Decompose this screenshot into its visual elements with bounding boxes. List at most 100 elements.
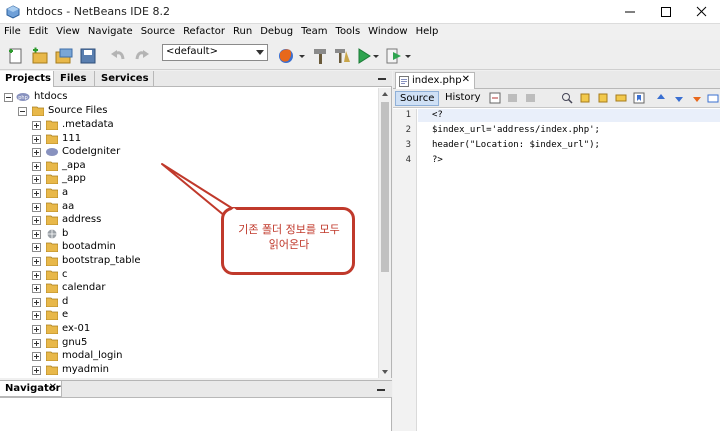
forward-icon[interactable] (525, 92, 537, 104)
redo-icon[interactable] (132, 46, 152, 66)
save-all-icon[interactable] (78, 46, 98, 66)
find-next-icon[interactable] (597, 92, 609, 104)
build-hammer-icon[interactable] (310, 46, 330, 66)
tree-item[interactable]: _apa (32, 160, 252, 173)
collapse-icon[interactable] (4, 93, 13, 102)
tree-item[interactable]: ex-01 (32, 323, 252, 336)
tree-item[interactable]: address (32, 214, 252, 227)
tree-root[interactable]: php htdocs (4, 91, 204, 104)
menu-debug[interactable]: Debug (256, 24, 297, 40)
menu-edit[interactable]: Edit (25, 24, 52, 40)
tree-item[interactable]: bootadmin (32, 241, 252, 254)
expand-icon[interactable] (32, 352, 41, 362)
tab-index-php[interactable]: index.php ✕ (395, 72, 475, 89)
tree-item[interactable]: aa (32, 201, 252, 214)
find-previous-icon[interactable] (579, 92, 591, 104)
minimize-pane-icon[interactable] (377, 389, 385, 391)
expand-icon[interactable] (32, 161, 41, 171)
tree-item[interactable]: d (32, 296, 252, 309)
code-area[interactable]: <? $index_url='address/index.php'; heade… (418, 109, 720, 431)
expand-icon[interactable] (32, 243, 41, 253)
tree-item[interactable]: myadmin (32, 364, 252, 377)
firefox-icon[interactable] (276, 46, 296, 66)
minimize-pane-icon[interactable] (378, 78, 386, 80)
configuration-select[interactable]: <default> (162, 44, 268, 61)
tree-item[interactable]: _app (32, 173, 252, 186)
tree-scrollbar[interactable] (378, 88, 391, 378)
history-button[interactable]: History (441, 91, 485, 106)
expand-icon[interactable] (32, 338, 41, 348)
maximize-button[interactable] (648, 0, 684, 24)
tree-item[interactable]: a (32, 187, 252, 200)
scroll-up-icon[interactable] (382, 92, 388, 96)
menu-source[interactable]: Source (137, 24, 179, 40)
new-file-icon[interactable] (6, 46, 26, 66)
menu-view[interactable]: View (52, 24, 84, 40)
menu-refactor[interactable]: Refactor (179, 24, 229, 40)
code-line[interactable]: <? (432, 110, 443, 120)
tab-projects[interactable]: Projects (0, 71, 54, 87)
close-icon[interactable]: ✕ (462, 74, 470, 85)
comment-icon[interactable] (691, 92, 703, 104)
tree-item[interactable]: 111 (32, 133, 252, 146)
debug-icon[interactable] (384, 46, 404, 66)
shift-left-icon[interactable] (655, 92, 667, 104)
clean-build-icon[interactable] (332, 46, 352, 66)
back-icon[interactable] (507, 92, 519, 104)
tree-item[interactable]: calendar (32, 282, 252, 295)
tree-item[interactable]: bootstrap_table (32, 255, 252, 268)
tab-services[interactable]: Services (96, 71, 154, 87)
expand-icon[interactable] (32, 270, 41, 280)
expand-icon[interactable] (32, 297, 41, 307)
menu-run[interactable]: Run (229, 24, 256, 40)
expand-icon[interactable] (32, 325, 41, 334)
tree-item[interactable]: e (32, 309, 252, 322)
tree-item[interactable]: CodeIgniter (32, 146, 252, 159)
menu-tools[interactable]: Tools (332, 24, 365, 40)
tree-item[interactable]: c (32, 269, 252, 282)
find-icon[interactable] (561, 92, 573, 104)
tab-files[interactable]: Files (55, 71, 95, 87)
new-project-icon[interactable] (30, 46, 50, 66)
expand-icon[interactable] (32, 202, 41, 212)
code-line[interactable]: header("Location: $index_url"); (432, 140, 600, 150)
debug-dropdown-icon[interactable] (404, 46, 412, 66)
source-button[interactable]: Source (395, 91, 440, 106)
close-icon[interactable]: ✕ (49, 382, 57, 393)
tree-item[interactable]: .metadata (32, 119, 252, 132)
expand-icon[interactable] (32, 175, 41, 185)
menu-window[interactable]: Window (364, 24, 411, 40)
tree-item[interactable]: gnu5 (32, 337, 252, 350)
toggle-highlight-icon[interactable] (615, 92, 627, 104)
run-icon[interactable] (354, 46, 374, 66)
menu-file[interactable]: File (0, 24, 25, 40)
menu-help[interactable]: Help (412, 24, 443, 40)
record-macro-icon[interactable] (707, 92, 719, 104)
expand-icon[interactable] (32, 365, 41, 375)
tree-source-files[interactable]: Source Files (18, 105, 218, 118)
tree-item[interactable]: modal_login (32, 350, 252, 363)
expand-icon[interactable] (32, 311, 41, 321)
expand-icon[interactable] (32, 134, 41, 144)
expand-icon[interactable] (32, 229, 41, 239)
undo-icon[interactable] (108, 46, 128, 66)
menu-team[interactable]: Team (297, 24, 331, 40)
open-project-icon[interactable] (54, 46, 74, 66)
expand-icon[interactable] (32, 121, 41, 130)
run-dropdown-icon[interactable] (372, 46, 380, 66)
collapse-icon[interactable] (18, 107, 27, 116)
minimize-button[interactable] (612, 0, 648, 24)
scroll-down-icon[interactable] (382, 370, 388, 374)
expand-icon[interactable] (32, 148, 41, 158)
code-line[interactable]: $index_url='address/index.php'; (432, 125, 600, 135)
menu-navigate[interactable]: Navigate (84, 24, 137, 40)
shift-right-icon[interactable] (673, 92, 685, 104)
expand-icon[interactable] (32, 216, 41, 226)
expand-icon[interactable] (32, 189, 41, 198)
tree-item[interactable]: b (32, 228, 252, 241)
code-line[interactable]: ?> (432, 155, 443, 165)
expand-icon[interactable] (32, 284, 41, 294)
scroll-thumb[interactable] (381, 102, 389, 272)
close-button[interactable] (684, 0, 720, 24)
last-edit-icon[interactable] (489, 92, 501, 104)
